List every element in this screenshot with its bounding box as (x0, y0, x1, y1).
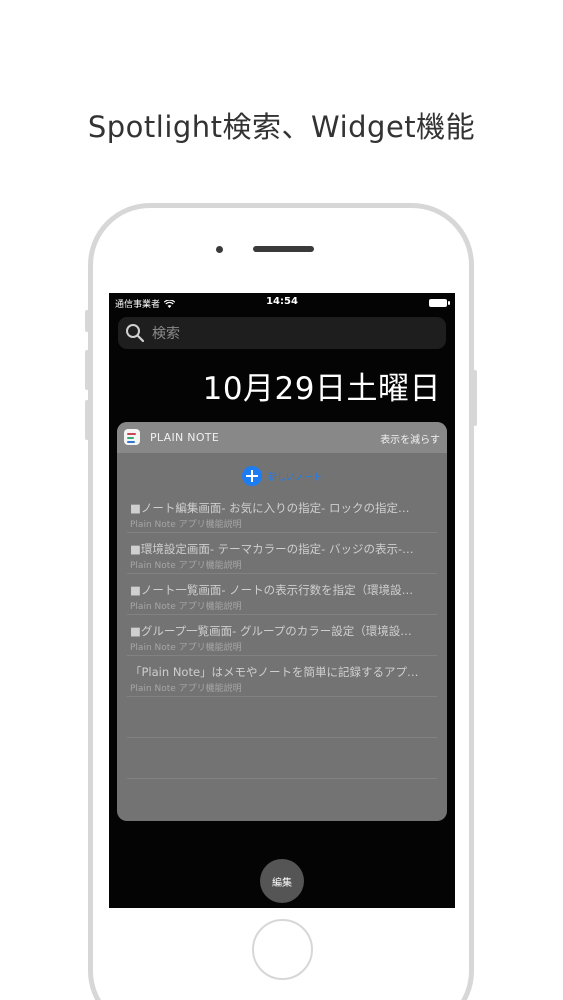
note-title: ■グループ一覧画面- グループのカラー設定（環境設… (130, 624, 412, 638)
note-title: 「Plain Note」はメモやノートを簡単に記録するアプ… (130, 665, 419, 679)
list-item[interactable]: 「Plain Note」はメモやノートを簡単に記録するアプ… Plain Not… (127, 656, 437, 697)
note-title: ■ノート編集画面- お気に入りの指定- ロックの指定… (130, 501, 410, 515)
volume-up-button (85, 350, 89, 390)
page: Spotlight検索、Widget機能 通信事業者 14:54 検索 10月2… (0, 0, 563, 1000)
empty-list-row (127, 697, 437, 738)
status-time: 14:54 (266, 296, 298, 307)
widget-title: PLAIN NOTE (150, 431, 220, 444)
note-subtitle: Plain Note アプリ機能説明 (130, 602, 242, 612)
note-title: ■環境設定画面- テーマカラーの指定- バッジの表示-… (130, 542, 414, 556)
empty-list-row (127, 779, 437, 819)
power-button (473, 370, 477, 426)
note-subtitle: Plain Note アプリ機能説明 (130, 643, 242, 653)
empty-list-row (127, 738, 437, 779)
note-title: ■ノート一覧画面- ノートの表示行数を指定（環境設… (130, 583, 414, 597)
earpiece-speaker (253, 246, 314, 252)
phone-screen: 通信事業者 14:54 検索 10月29日土曜日 PLAIN NOTE 表示を減… (109, 293, 455, 908)
list-item[interactable]: ■環境設定画面- テーマカラーの指定- バッジの表示-… Plain Note … (127, 533, 437, 574)
page-headline: Spotlight検索、Widget機能 (87, 110, 476, 144)
search-bar[interactable]: 検索 (118, 317, 446, 349)
note-subtitle: Plain Note アプリ機能説明 (130, 561, 242, 571)
edit-button[interactable]: 編集 (260, 859, 304, 903)
battery-icon (429, 299, 450, 307)
widget-header: PLAIN NOTE 表示を減らす (117, 422, 447, 453)
show-less-button[interactable]: 表示を減らす (380, 431, 440, 446)
list-item[interactable]: ■ノート一覧画面- ノートの表示行数を指定（環境設… Plain Note アプ… (127, 574, 437, 615)
new-note-button[interactable]: 新しいノート (117, 465, 447, 487)
list-item[interactable]: ■グループ一覧画面- グループのカラー設定（環境設… Plain Note アプ… (127, 615, 437, 656)
home-button[interactable] (252, 919, 313, 980)
search-icon (126, 324, 145, 343)
front-camera (216, 246, 223, 253)
note-list: ■ノート編集画面- お気に入りの指定- ロックの指定… Plain Note ア… (117, 492, 447, 819)
volume-down-button (85, 400, 89, 440)
new-note-label: 新しいノート (267, 472, 322, 483)
plain-note-widget: PLAIN NOTE 表示を減らす 新しいノート ■ノート編集画面- お気に入り… (117, 422, 447, 821)
date-label: 10月29日土曜日 (202, 371, 441, 407)
plain-note-app-icon (124, 429, 140, 445)
note-subtitle: Plain Note アプリ機能説明 (130, 520, 242, 530)
search-placeholder: 検索 (152, 326, 180, 342)
list-item[interactable]: ■ノート編集画面- お気に入りの指定- ロックの指定… Plain Note ア… (127, 492, 437, 533)
plus-circle-icon (241, 466, 262, 486)
status-bar: 通信事業者 14:54 (109, 293, 455, 313)
note-subtitle: Plain Note アプリ機能説明 (130, 684, 242, 694)
mute-switch (85, 310, 89, 332)
